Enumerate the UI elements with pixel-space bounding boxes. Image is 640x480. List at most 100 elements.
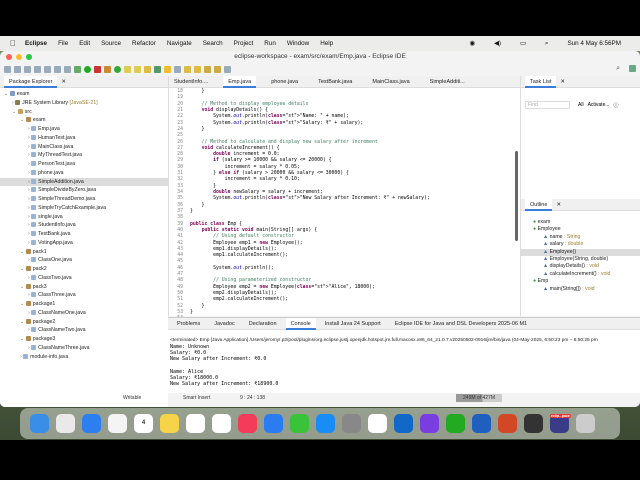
tree-item-file[interactable]: › ClassOne.java: [0, 256, 168, 265]
chevron-icon[interactable]: ⌄: [20, 266, 26, 272]
tree-item-file[interactable]: › ClassTwo.java: [0, 274, 168, 283]
volume-icon[interactable]: ◀): [494, 40, 501, 47]
menu-help[interactable]: Help: [320, 40, 333, 47]
search-tool-icon[interactable]: [144, 65, 151, 73]
activate-link[interactable]: Activate...: [588, 102, 610, 108]
tree-item-file[interactable]: › ClassNameTwo.java: [0, 326, 168, 335]
dock-freeform-icon[interactable]: [212, 414, 231, 433]
close-window-button[interactable]: [6, 54, 12, 60]
tree-item-package[interactable]: ⌄ package2: [0, 318, 168, 327]
menu-navigate[interactable]: Navigate: [167, 40, 192, 47]
save-all-icon[interactable]: [24, 65, 31, 73]
tree-item-lib[interactable]: › JRE System Library [JavaSE-21]: [0, 99, 168, 108]
help-icon[interactable]: ⓘ: [614, 102, 619, 109]
editor-tab[interactable]: SimpleAdditi...: [425, 76, 470, 88]
chevron-icon[interactable]: ⌄: [20, 117, 26, 123]
run-icon[interactable]: [84, 65, 91, 73]
tree-item-file[interactable]: › ClassNameThree.java: [0, 344, 168, 353]
tab-package-explorer[interactable]: Package Explorer: [4, 75, 58, 88]
perspective-icon[interactable]: [629, 65, 636, 72]
dock-app-store-icon[interactable]: [316, 414, 335, 433]
dock-reminders-icon[interactable]: [186, 414, 205, 433]
outline-item[interactable]: ● Employee: [521, 226, 640, 233]
tree-item-package[interactable]: ⌄ pack1: [0, 248, 168, 257]
debug-icon[interactable]: [74, 65, 81, 73]
console-tab[interactable]: Install Java 24 Support: [320, 318, 386, 330]
tree-item-package[interactable]: ⌄ pack2: [0, 265, 168, 274]
dock-word-icon[interactable]: [472, 414, 491, 433]
dock-calendar-icon[interactable]: 4: [134, 414, 153, 433]
tree-item-file[interactable]: › ClassNameOne.java: [0, 309, 168, 318]
dock-outlook-icon[interactable]: [394, 414, 413, 433]
tree-item-file[interactable]: › MainClass.java: [0, 143, 168, 152]
tree-item-file[interactable]: › ClassThree.java: [0, 291, 168, 300]
apple-icon[interactable]: : [10, 39, 16, 48]
next-annotation-icon[interactable]: [184, 65, 191, 73]
coverage-icon[interactable]: [94, 65, 101, 73]
close-icon[interactable]: ✕: [556, 202, 561, 208]
show-whitespace-icon[interactable]: [174, 65, 181, 73]
external-tools-icon[interactable]: [104, 65, 111, 73]
close-icon[interactable]: ✕: [560, 79, 565, 85]
task-find-input[interactable]: Find: [525, 101, 570, 109]
new-icon[interactable]: [4, 65, 11, 73]
dock-finder-icon[interactable]: [30, 414, 49, 433]
dock-numbers-icon[interactable]: [290, 414, 309, 433]
chevron-icon[interactable]: ⌄: [4, 91, 10, 97]
heap-status[interactable]: 249M of 427M: [456, 394, 502, 402]
tree-item-file[interactable]: › HumanTest.java: [0, 134, 168, 143]
editor-tab[interactable]: MainClass.java: [367, 76, 414, 88]
menu-file[interactable]: File: [58, 40, 68, 47]
chevron-icon[interactable]: ⌄: [20, 284, 26, 290]
wifi-icon[interactable]: ◉: [470, 40, 476, 47]
editor-tab[interactable]: StudentInfo....: [169, 76, 213, 88]
console-tab[interactable]: Console: [285, 317, 316, 330]
tree-item-file[interactable]: › SimpleThreadDemo.java: [0, 195, 168, 204]
dock-canva-icon[interactable]: [420, 414, 439, 433]
vertical-scrollbar[interactable]: [515, 151, 518, 241]
chevron-icon[interactable]: ⌄: [20, 336, 26, 342]
new-java-class-icon[interactable]: [114, 65, 121, 73]
chevron-icon[interactable]: ⌄: [20, 301, 26, 307]
open-folder-icon[interactable]: [124, 65, 131, 73]
tab-task-list[interactable]: Task List: [525, 75, 557, 88]
tree-item-file[interactable]: › SimpleTryCatchExample.java: [0, 204, 168, 213]
undo-icon[interactable]: [34, 65, 41, 73]
dock-photos-icon[interactable]: [108, 414, 127, 433]
save-icon[interactable]: [14, 65, 21, 73]
menu-source[interactable]: Source: [101, 40, 121, 47]
menu-project[interactable]: Project: [234, 40, 254, 47]
minimize-window-button[interactable]: [16, 54, 22, 60]
redo-icon[interactable]: [44, 65, 51, 73]
forward-icon[interactable]: [214, 65, 221, 73]
outline-item[interactable]: ▲ Employee(String, double): [521, 256, 640, 263]
dock-powerpoint-icon[interactable]: [498, 414, 517, 433]
tree-item-file[interactable]: › single.java: [0, 213, 168, 222]
clock[interactable]: Sun 4 May 6:56PM: [567, 40, 621, 47]
back-icon[interactable]: [204, 65, 211, 73]
dock-launchpad-icon[interactable]: [56, 414, 75, 433]
code-editor[interactable]: StudentInfo.... Emp.java phone.java TestBan…: [168, 75, 520, 321]
outline-item[interactable]: ● exam: [521, 219, 640, 226]
outline-item[interactable]: ▲ salary : double: [521, 241, 640, 248]
chevron-icon[interactable]: ⌄: [20, 319, 26, 325]
tree-item-project[interactable]: ⌄ exam: [0, 90, 168, 99]
dock-trash-icon[interactable]: [576, 414, 595, 433]
skip-breakpoints-icon[interactable]: [64, 65, 71, 73]
spotlight-icon[interactable]: ⌕: [545, 40, 549, 48]
tree-item-file[interactable]: › TestBank.java: [0, 230, 168, 239]
tree-item-file[interactable]: › phone.java: [0, 169, 168, 178]
dock-safari-icon[interactable]: [82, 414, 101, 433]
annotation-icon[interactable]: [154, 65, 161, 73]
tree-item-package[interactable]: ⌄ exam: [0, 116, 168, 125]
tree-item-folder[interactable]: ⌄ src: [0, 108, 168, 117]
dock-loading-icon[interactable]: [446, 414, 465, 433]
highlight-icon[interactable]: [164, 65, 171, 73]
outline-item[interactable]: ▲ name : String: [521, 234, 640, 241]
tree-item-file[interactable]: › SimpleAddition.java: [0, 177, 168, 187]
editor-tab[interactable]: Emp.java: [223, 75, 257, 88]
menu-window[interactable]: Window: [287, 40, 309, 47]
tree-item-package[interactable]: ⌄ pack3: [0, 283, 168, 292]
prev-annotation-icon[interactable]: [194, 65, 201, 73]
terminal-icon[interactable]: [54, 65, 61, 73]
